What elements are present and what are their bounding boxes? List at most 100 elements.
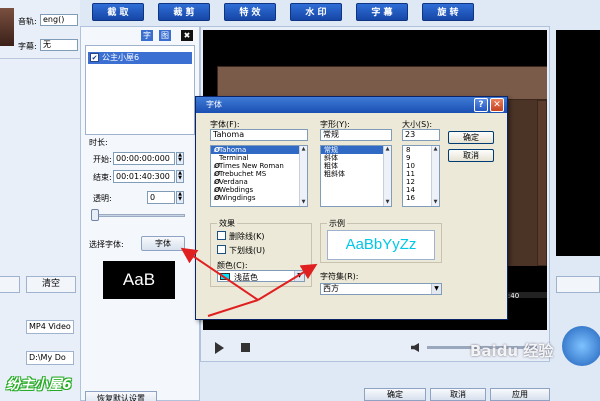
restore-defaults-button[interactable]: 恢复默认设置	[85, 391, 157, 401]
dialog-ok-button[interactable]: 确定	[448, 131, 494, 144]
font-list-item[interactable]: ØWingdings	[211, 194, 307, 202]
panel-header: 字 图 ✖	[81, 27, 199, 43]
video-thumbnail[interactable]	[0, 8, 14, 46]
effects-title: 效果	[217, 218, 237, 229]
audio-track-select[interactable]: eng()	[40, 14, 78, 26]
effects-group: 效果 删除线(K) 下划线(U) 颜色(C): 浅蓝色 ▼	[210, 218, 312, 287]
font-style-item[interactable]: 常规	[321, 146, 391, 154]
color-value: 浅蓝色	[234, 273, 258, 282]
crop-button[interactable]: 裁 剪	[158, 3, 210, 21]
font-style-item[interactable]: 粗斜体	[321, 170, 391, 178]
output-format-field[interactable]: MP4 Video	[26, 320, 74, 334]
charset-value: 西方	[323, 284, 339, 293]
start-label: 开始:	[93, 155, 112, 164]
font-name: Times New Roman	[219, 162, 284, 170]
charset-select[interactable]: 西方 ▼	[320, 283, 442, 295]
subtitle-select[interactable]: 无	[40, 39, 78, 51]
divider	[0, 58, 80, 59]
help-icon[interactable]: ?	[474, 98, 488, 112]
end-time-field[interactable]: 00:01:40:300	[113, 170, 175, 183]
sample-preview: AaBbYyZz	[327, 230, 435, 260]
font-family-list[interactable]: ØTahoma Terminal ØTimes New Roman ØTrebuche…	[210, 145, 308, 207]
audio-track-label: 音轨:	[18, 17, 37, 26]
left-strip	[0, 0, 80, 401]
strikeout-label: 删除线(K)	[229, 232, 265, 241]
chevron-down-icon[interactable]: ▼	[431, 284, 441, 294]
color-select[interactable]: 浅蓝色 ▼	[217, 270, 305, 282]
right-partial-button[interactable]	[556, 276, 600, 293]
font-button[interactable]: 字体	[141, 236, 185, 251]
close-icon[interactable]: ✕	[490, 98, 504, 112]
trim-button[interactable]: 截 取	[92, 3, 144, 21]
font-name: Tahoma	[219, 146, 247, 154]
dialog-title: 字体	[196, 97, 507, 113]
style-list-scrollbar[interactable]: ▲ ▼	[383, 146, 391, 206]
end-time-stepper[interactable]: ▲ ▼	[176, 170, 184, 183]
font-name: Terminal	[219, 154, 249, 162]
edit-toolbar: 截 取 裁 剪 特 效 水 印 字 幕 旋 转	[80, 0, 550, 26]
effects-button[interactable]: 特 效	[224, 3, 276, 21]
volume-icon[interactable]	[411, 343, 419, 352]
font-list-item[interactable]: ØTimes New Roman	[211, 162, 307, 170]
color-swatch	[220, 273, 230, 280]
stop-icon[interactable]	[241, 343, 250, 352]
font-name: Trebuchet MS	[219, 170, 267, 178]
font-style-list[interactable]: 常规 斜体 粗体 粗斜体 ▲ ▼	[320, 145, 392, 207]
subtitle-item-label: 公主小屋6	[102, 53, 140, 62]
choose-font-label: 选择字体:	[89, 240, 124, 249]
chevron-down-icon[interactable]: ▼	[294, 271, 304, 281]
font-list-item[interactable]: ØTahoma	[211, 146, 307, 154]
ok-button[interactable]: 确定	[364, 388, 426, 401]
duration-label: 时长:	[89, 138, 108, 147]
start-time-stepper[interactable]: ▲ ▼	[176, 152, 184, 165]
font-list-item[interactable]: Terminal	[211, 154, 307, 162]
checkbox-icon[interactable]: ✔	[90, 53, 99, 62]
font-list-item[interactable]: ØTrebuchet MS	[211, 170, 307, 178]
transparency-slider-track[interactable]	[93, 214, 185, 217]
font-list-scrollbar[interactable]: ▲ ▼	[299, 146, 307, 206]
image-subtitle-tab[interactable]: 图	[159, 30, 171, 41]
apply-button[interactable]: 应用	[490, 388, 550, 401]
left-partial-button[interactable]	[0, 276, 20, 293]
font-style-item[interactable]: 粗体	[321, 162, 391, 170]
text-subtitle-tab[interactable]: 字	[141, 30, 153, 41]
convert-orb-button[interactable]	[562, 326, 600, 366]
transparency-label: 透明:	[93, 194, 112, 203]
baidu-watermark: Baidu 经验	[470, 342, 554, 360]
font-list-item[interactable]: ØVerdana	[211, 178, 307, 186]
font-preview: AaB	[103, 261, 175, 299]
watermark-text: 纷主小屋6	[6, 377, 72, 393]
underline-checkbox[interactable]	[217, 245, 226, 254]
dialog-cancel-button[interactable]: 取消	[448, 149, 494, 162]
rotate-button[interactable]: 旋 转	[422, 3, 474, 21]
font-size-field[interactable]: 23	[402, 129, 440, 141]
transparency-stepper[interactable]: ▲ ▼	[176, 191, 184, 204]
font-dialog: 字体 ? ✕ 字体(F): Tahoma ØTahoma Terminal ØTim…	[195, 96, 508, 320]
subtitle-list-item[interactable]: ✔ 公主小屋6	[88, 52, 192, 64]
sample-title: 示例	[327, 218, 347, 229]
transparency-slider-thumb[interactable]	[91, 209, 99, 221]
right-video-preview	[556, 30, 600, 256]
transparency-field[interactable]: 0	[147, 191, 175, 204]
subtitle-label: 字幕:	[18, 42, 37, 51]
subtitle-button[interactable]: 字 幕	[356, 3, 408, 21]
font-family-field[interactable]: Tahoma	[210, 129, 308, 141]
underline-label: 下划线(U)	[229, 246, 266, 255]
charset-label: 字符集(R):	[320, 272, 359, 281]
end-label: 结束:	[93, 173, 112, 182]
start-time-field[interactable]: 00:00:00:000	[113, 152, 175, 165]
sample-text: AaBbYyZz	[345, 236, 417, 253]
play-icon[interactable]	[215, 342, 224, 354]
font-style-field[interactable]: 常规	[320, 129, 392, 141]
cancel-button[interactable]: 取消	[430, 388, 486, 401]
subtitle-list: ✔ 公主小屋6	[85, 45, 195, 135]
font-size-list[interactable]: 8 9 10 11 12 14 16 ▲ ▼	[402, 145, 440, 207]
font-list-item[interactable]: ØWebdings	[211, 186, 307, 194]
close-icon[interactable]: ✖	[181, 30, 193, 41]
clear-button[interactable]: 清空	[26, 276, 76, 293]
strikeout-checkbox[interactable]	[217, 231, 226, 240]
font-style-item[interactable]: 斜体	[321, 154, 391, 162]
watermark-button[interactable]: 水 印	[290, 3, 342, 21]
size-list-scrollbar[interactable]: ▲ ▼	[431, 146, 439, 206]
output-path-field[interactable]: D:\My Do	[26, 351, 74, 365]
